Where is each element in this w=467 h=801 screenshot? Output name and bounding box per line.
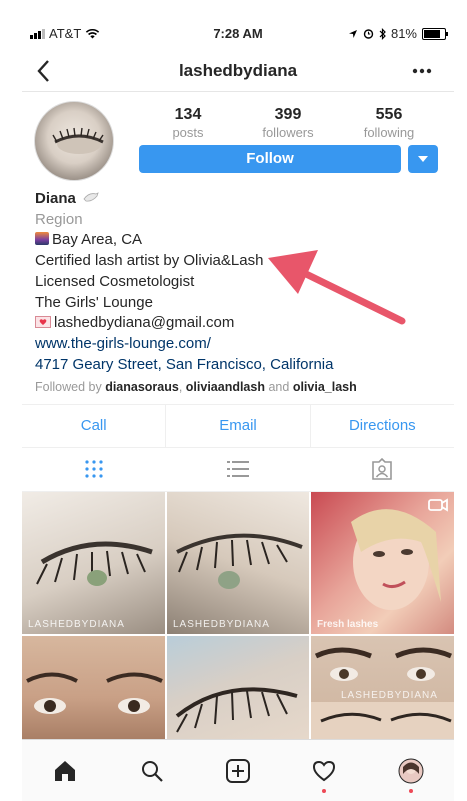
bio-email: lashedbydiana@gmail.com [54, 314, 235, 332]
posts-stat[interactable]: 134 posts [148, 106, 228, 140]
eyes-photo-image [311, 647, 454, 739]
website-link[interactable]: www.the-girls-lounge.com/ [35, 334, 445, 355]
followed-by-prefix: Followed by [35, 380, 102, 395]
address-link[interactable]: 4717 Geary Street, San Francisco, Califo… [35, 355, 445, 376]
posts-label: posts [172, 125, 204, 140]
home-icon [55, 761, 76, 781]
tagged-person-icon [372, 458, 392, 480]
love-letter-emoji-icon [35, 316, 51, 329]
profile-name: Diana [35, 190, 76, 207]
app-screen: AT&T 7:28 AM 81% lashedbydiana 134 posts… [22, 17, 454, 801]
status-right: 81% [348, 26, 448, 41]
tab-search[interactable] [108, 740, 194, 801]
lash-photo-image [36, 541, 153, 586]
video-thumbnail[interactable]: Fresh lashes [311, 492, 454, 634]
followed-by-and: and [268, 380, 290, 395]
photo-watermark: LASHEDBYDIANA [341, 690, 438, 701]
location-icon [348, 29, 357, 38]
profile-avatar[interactable] [34, 101, 114, 181]
followers-label: followers [262, 125, 314, 140]
eyes-photo-image [26, 672, 163, 714]
photo-grid: LASHEDBYDIANA LASHEDBYDIANA Fresh lashes… [22, 492, 454, 739]
photo-thumbnail[interactable]: LASHEDBYDIANA [167, 492, 309, 634]
follow-button[interactable]: Follow [139, 145, 401, 173]
following-label: following [363, 125, 415, 140]
call-button[interactable]: Call [22, 405, 167, 447]
dove-emoji-icon [83, 192, 99, 202]
list-icon [227, 461, 249, 477]
tab-new-post[interactable] [195, 740, 281, 801]
photo-thumbnail[interactable]: LASHEDBYDIANA [22, 492, 165, 634]
battery-percent: 81% [390, 26, 417, 41]
follower-name[interactable]: dianasoraus [105, 380, 179, 394]
photo-thumbnail[interactable]: LASHEDBYDIANA [311, 636, 454, 739]
add-post-icon [226, 759, 251, 783]
follower-name[interactable]: olivia_lash [293, 380, 357, 394]
more-options-icon[interactable] [412, 68, 432, 74]
tab-list[interactable] [166, 447, 310, 491]
tab-activity[interactable] [281, 740, 367, 801]
profile-category: Region [35, 210, 83, 228]
search-icon [141, 761, 163, 782]
profile-notification-dot [408, 789, 413, 793]
contact-actions: Call Email Directions [22, 404, 454, 448]
email-button[interactable]: Email [166, 405, 311, 447]
followed-by-line[interactable]: Followed by dianasoraus, oliviaandlash a… [35, 377, 445, 398]
tab-grid[interactable] [22, 447, 166, 491]
profile-view-tabs [22, 447, 454, 492]
annotation-arrow [268, 250, 406, 325]
profile-username-title: lashedbydiana [178, 61, 298, 80]
bluetooth-icon [379, 27, 386, 40]
followers-stat[interactable]: 399 followers [248, 106, 328, 140]
lash-photo-image [175, 687, 298, 733]
photo-thumbnail[interactable] [167, 636, 309, 739]
followers-count: 399 [274, 106, 302, 123]
activity-notification-dot [322, 789, 327, 793]
posts-count: 134 [174, 106, 202, 123]
following-stat[interactable]: 556 following [349, 106, 429, 140]
cityscape-emoji-icon [35, 232, 49, 246]
status-bar: AT&T 7:28 AM 81% [22, 17, 454, 51]
tab-home[interactable] [22, 740, 108, 801]
tab-profile[interactable] [368, 740, 454, 801]
nav-bar: lashedbydiana [22, 51, 454, 92]
battery-level [424, 29, 441, 38]
bottom-tab-bar [22, 739, 454, 801]
video-camera-icon [428, 498, 448, 512]
photo-thumbnail[interactable] [22, 636, 165, 739]
grid-icon [85, 460, 103, 478]
lash-photo-image [176, 533, 303, 589]
photo-caption: Fresh lashes [317, 619, 379, 630]
follower-name[interactable]: oliviaandlash [186, 380, 265, 394]
battery-icon [422, 27, 448, 40]
heart-icon [313, 760, 336, 782]
profile-avatar-icon [398, 758, 424, 784]
bio-location: Bay Area, CA [52, 231, 143, 249]
suggested-dropdown-button[interactable] [408, 145, 438, 173]
bio-name-row: Diana [35, 189, 445, 210]
caret-down-icon [418, 155, 428, 162]
tab-tagged[interactable] [310, 447, 454, 491]
directions-button[interactable]: Directions [311, 405, 454, 447]
photo-watermark: LASHEDBYDIANA [173, 619, 270, 630]
selfie-photo-image [351, 509, 441, 610]
alarm-icon [363, 29, 374, 39]
eye-closeup-image [52, 127, 104, 154]
following-count: 556 [375, 106, 403, 123]
photo-watermark: LASHEDBYDIANA [28, 619, 125, 630]
